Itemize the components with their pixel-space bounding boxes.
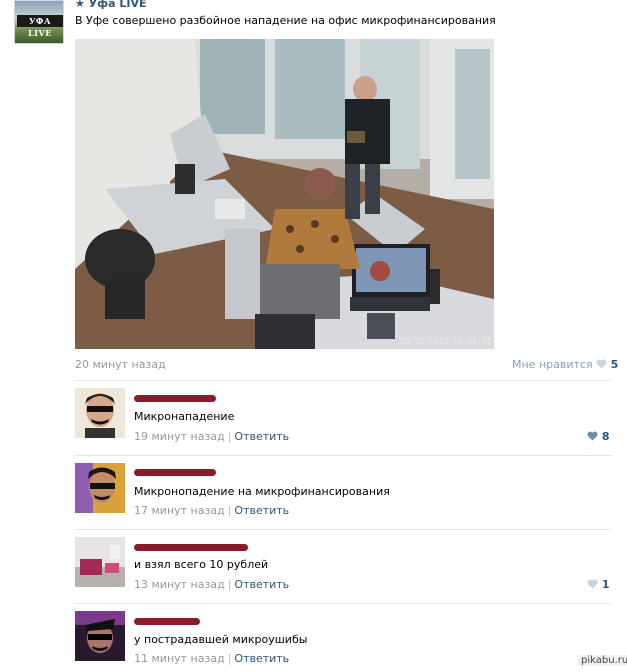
group-avatar[interactable]: УФА LIVE <box>14 0 64 44</box>
divider <box>75 529 612 530</box>
comment-meta: 13 минут назад | Ответить <box>134 578 290 591</box>
reply-link[interactable]: Ответить <box>234 504 289 517</box>
photo-timestamp: 28.12.2013 16:26:15 <box>400 337 492 346</box>
post-like-count: 5 <box>610 358 619 371</box>
post-text: В Уфе совершено разбойное нападение на о… <box>75 14 496 27</box>
post-like-label: Мне нравится <box>512 358 593 371</box>
comment-time[interactable]: 11 минут назад <box>134 652 225 665</box>
comment-avatar[interactable] <box>75 463 125 513</box>
comment-text: у пострадавшей микроушибы <box>134 633 308 646</box>
comment-text: Микронопадение на микрофинансирования <box>134 485 390 498</box>
divider <box>75 455 612 456</box>
comment-text: Микронападение <box>134 410 235 423</box>
divider <box>75 380 612 381</box>
comment-time[interactable]: 17 минут назад <box>134 504 225 517</box>
comment-like-count: 1 <box>601 578 610 591</box>
reply-link[interactable]: Ответить <box>234 430 289 443</box>
heart-icon <box>596 359 607 369</box>
reply-link[interactable]: Ответить <box>234 652 289 665</box>
comment-author-redacted[interactable] <box>134 618 200 625</box>
comment-text: и взял всего 10 рублей <box>134 558 269 571</box>
reply-link[interactable]: Ответить <box>234 578 289 591</box>
group-name-link[interactable]: ★ Уфа LIVE <box>75 0 146 10</box>
comment-author-redacted[interactable] <box>134 469 216 476</box>
post-like-button[interactable]: Мне нравится 5 <box>512 358 618 371</box>
post-time-link[interactable]: 20 минут назад <box>75 358 166 371</box>
comment-avatar[interactable] <box>75 537 125 587</box>
comment-author-redacted[interactable] <box>134 544 248 551</box>
comment-meta: 19 минут назад | Ответить <box>134 430 290 443</box>
comment-avatar[interactable] <box>75 388 125 438</box>
group-avatar-logo: УФА LIVE <box>17 15 63 38</box>
comment-meta: 17 минут назад | Ответить <box>134 504 290 517</box>
heart-icon <box>587 579 598 589</box>
comment-time[interactable]: 19 минут назад <box>134 430 225 443</box>
post-photo[interactable] <box>75 39 494 349</box>
comment-like-button[interactable]: 8 <box>587 430 610 443</box>
watermark: pikabu.ru <box>578 655 627 666</box>
comment-author-redacted[interactable] <box>134 395 216 402</box>
divider <box>75 603 612 604</box>
heart-icon <box>587 431 598 441</box>
comment-like-button[interactable]: 1 <box>587 578 610 591</box>
comment-like-count: 8 <box>601 430 610 443</box>
comment-meta: 11 минут назад | Ответить <box>134 652 290 665</box>
comment-time[interactable]: 13 минут назад <box>134 578 225 591</box>
comment-avatar[interactable] <box>75 611 125 661</box>
